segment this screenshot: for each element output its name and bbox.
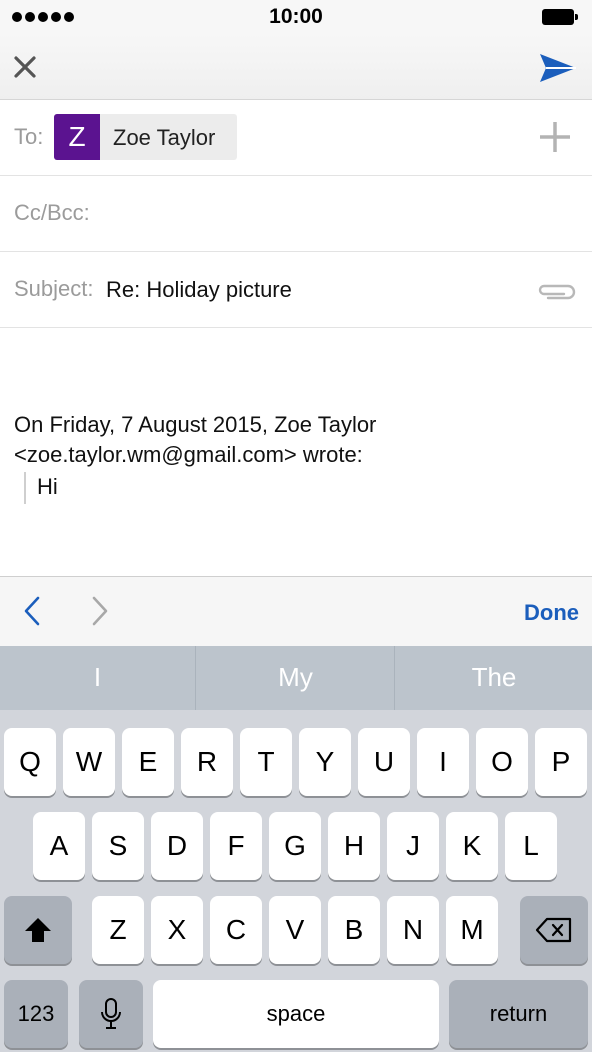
shift-arrow-icon — [25, 918, 51, 942]
key-j[interactable]: J — [387, 812, 439, 880]
key-h[interactable]: H — [328, 812, 380, 880]
chevron-left-icon — [24, 596, 40, 626]
key-a[interactable]: A — [33, 812, 85, 880]
status-time: 10:00 — [269, 5, 323, 28]
space-key[interactable]: space — [153, 980, 439, 1048]
recipient-avatar: Z — [54, 114, 100, 160]
key-w[interactable]: W — [63, 728, 115, 796]
key-t[interactable]: T — [240, 728, 292, 796]
paperclip-icon — [538, 284, 576, 300]
key-v[interactable]: V — [269, 896, 321, 964]
quote-header: On Friday, 7 August 2015, Zoe Taylor <zo… — [14, 410, 376, 470]
key-g[interactable]: G — [269, 812, 321, 880]
key-o[interactable]: O — [476, 728, 528, 796]
key-l[interactable]: L — [505, 812, 557, 880]
numbers-key[interactable]: 123 — [4, 980, 68, 1048]
key-b[interactable]: B — [328, 896, 380, 964]
status-bar: 10:00 — [0, 0, 592, 34]
key-e[interactable]: E — [122, 728, 174, 796]
recipient-name: Zoe Taylor — [113, 125, 216, 150]
cc-bcc-label: Cc/Bcc: — [14, 200, 90, 225]
close-icon — [14, 56, 36, 78]
key-y[interactable]: Y — [299, 728, 351, 796]
shift-key[interactable] — [4, 896, 72, 964]
attach-button[interactable] — [534, 278, 576, 304]
key-k[interactable]: K — [446, 812, 498, 880]
key-c[interactable]: C — [210, 896, 262, 964]
to-label: To: — [14, 124, 44, 149]
subject-field-row[interactable]: Subject: — [0, 252, 592, 328]
key-q[interactable]: Q — [4, 728, 56, 796]
key-r[interactable]: R — [181, 728, 233, 796]
next-field-button[interactable] — [86, 595, 112, 627]
prediction-1[interactable]: I — [0, 646, 196, 710]
key-m[interactable]: M — [446, 896, 498, 964]
recipient-chip[interactable]: Z Zoe Taylor — [54, 114, 237, 160]
keyboard-accessory-bar: Done — [0, 576, 592, 646]
key-i[interactable]: I — [417, 728, 469, 796]
compose-toolbar — [0, 34, 592, 100]
key-f[interactable]: F — [210, 812, 262, 880]
chevron-right-icon — [92, 596, 108, 626]
prediction-3[interactable]: The — [396, 646, 592, 710]
key-x[interactable]: X — [151, 896, 203, 964]
predictive-text-bar: I My The — [0, 646, 592, 710]
dictation-key[interactable] — [79, 980, 143, 1048]
cc-bcc-field-row[interactable]: Cc/Bcc: — [0, 176, 592, 252]
prediction-2[interactable]: My — [197, 646, 395, 710]
quote-header-line-2: <zoe.taylor.wm@gmail.com> wrote: — [14, 442, 363, 467]
key-n[interactable]: N — [387, 896, 439, 964]
battery-icon — [542, 9, 578, 25]
keyboard: I My The Q W E R T Y U I O P A S D F G H… — [0, 646, 592, 1052]
backspace-icon — [535, 917, 572, 943]
add-recipient-button[interactable] — [538, 120, 572, 154]
return-key[interactable]: return — [449, 980, 588, 1048]
quote-bar — [24, 472, 26, 504]
quoted-text: Hi — [37, 474, 58, 499]
subject-label: Subject: — [14, 276, 94, 301]
plus-icon — [540, 122, 570, 152]
previous-field-button[interactable] — [20, 595, 46, 627]
key-z[interactable]: Z — [92, 896, 144, 964]
quote-header-line-1: On Friday, 7 August 2015, Zoe Taylor — [14, 412, 377, 437]
send-icon — [540, 54, 576, 82]
microphone-icon — [101, 998, 121, 1029]
key-d[interactable]: D — [151, 812, 203, 880]
send-button[interactable] — [538, 50, 578, 86]
close-button[interactable] — [8, 50, 44, 86]
key-s[interactable]: S — [92, 812, 144, 880]
key-u[interactable]: U — [358, 728, 410, 796]
backspace-key[interactable] — [520, 896, 588, 964]
done-button[interactable]: Done — [524, 600, 579, 626]
key-p[interactable]: P — [535, 728, 587, 796]
subject-input[interactable]: Re: Holiday picture — [106, 277, 292, 303]
